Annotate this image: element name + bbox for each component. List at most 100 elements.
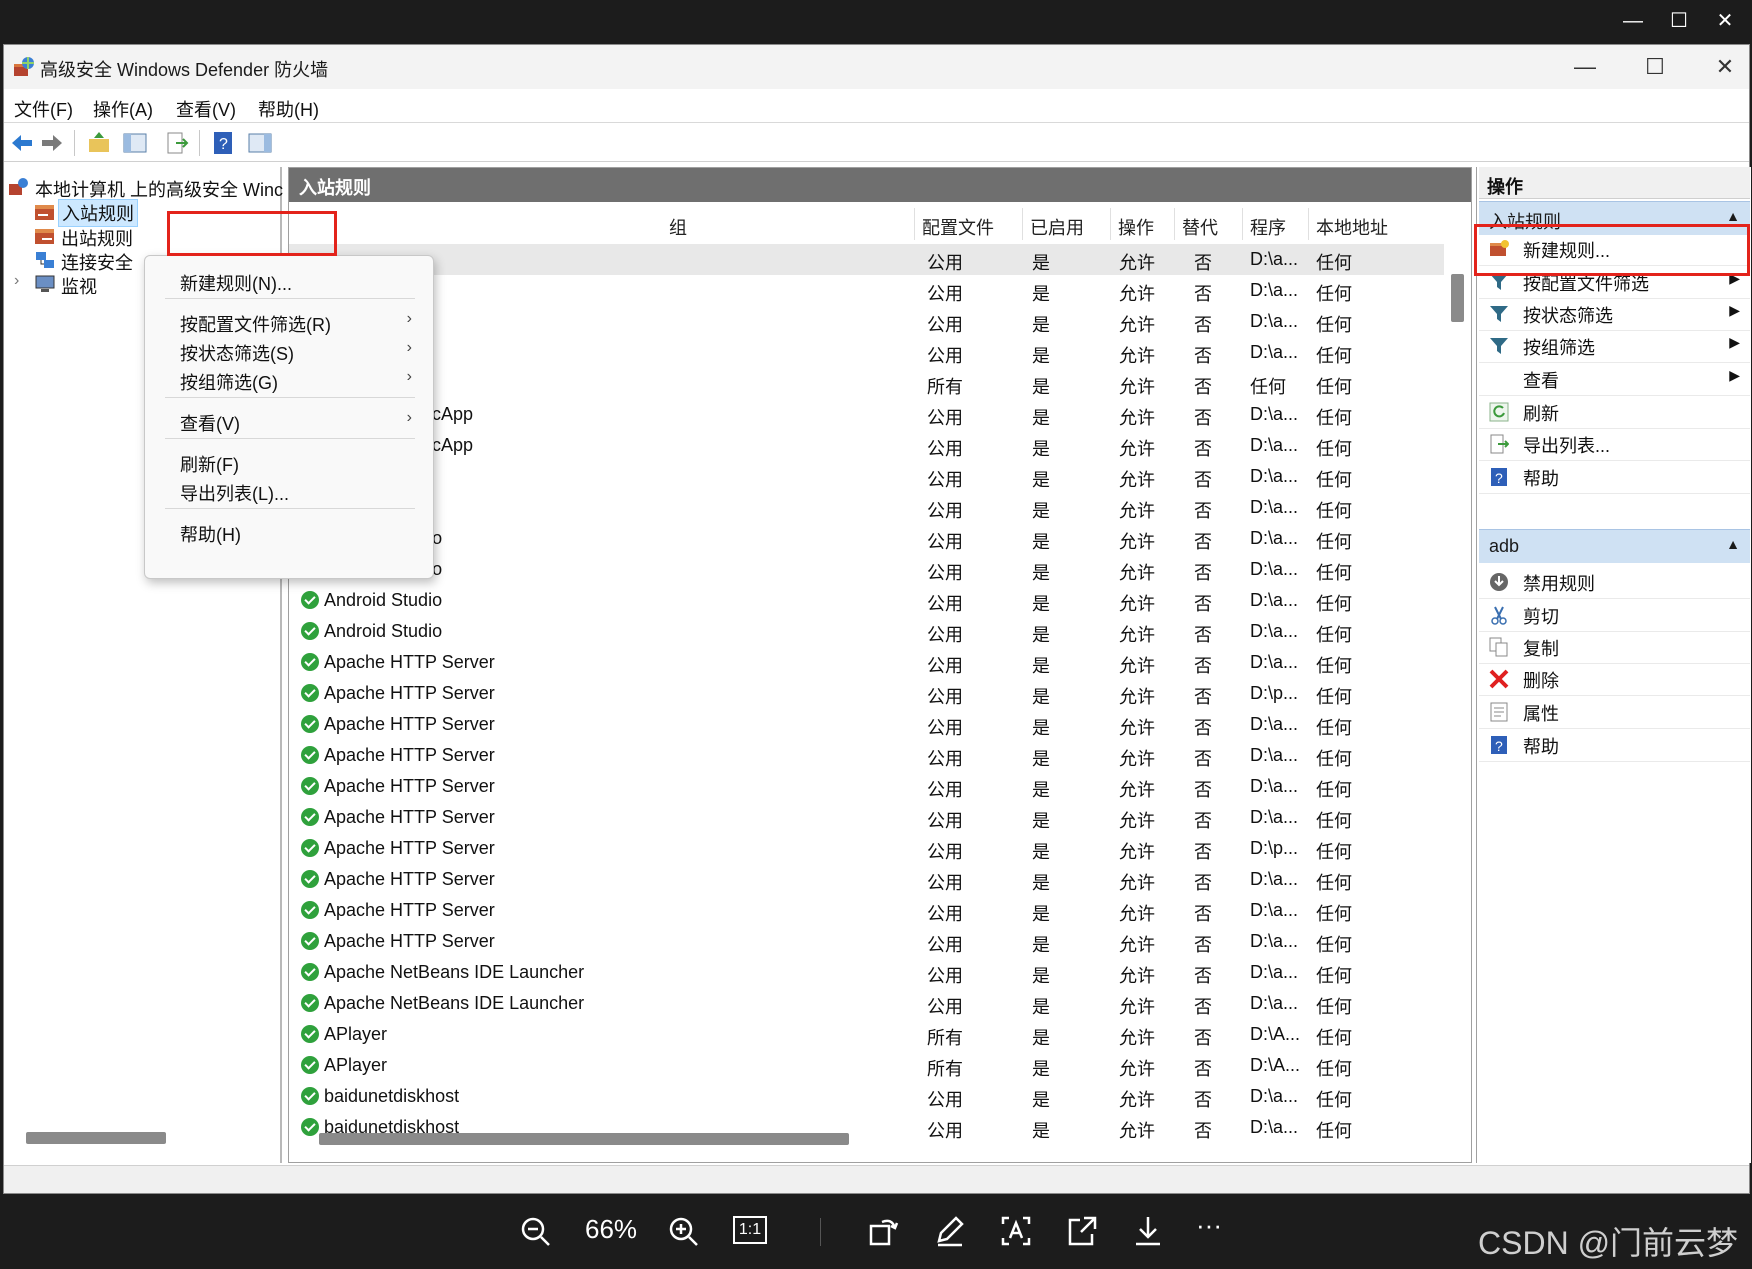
action-item[interactable]: 导出列表... bbox=[1479, 426, 1750, 461]
table-row[interactable]: o公用是允许否D:\a...任何 bbox=[289, 461, 1444, 492]
viewer-top-bar: — ☐ ✕ bbox=[0, 0, 1752, 44]
menu-file[interactable]: 文件(F) bbox=[14, 96, 73, 122]
cell-local-address: 任何 bbox=[1316, 935, 1352, 955]
cell-action: 允许 bbox=[1119, 966, 1155, 986]
back-icon[interactable] bbox=[9, 130, 35, 156]
table-row[interactable]: Apache HTTP Server 公用 是 允许 否 D:\a... 任何 bbox=[289, 864, 1444, 895]
cell-enabled: 是 bbox=[1032, 284, 1050, 304]
cell-name: baidunetdiskhost bbox=[324, 1086, 460, 1106]
viewer-close-button[interactable]: ✕ bbox=[1710, 8, 1740, 34]
rotate-icon[interactable] bbox=[868, 1214, 900, 1248]
more-options-icon[interactable]: ··· bbox=[1196, 1210, 1222, 1241]
up-folder-icon[interactable] bbox=[86, 130, 112, 156]
edit-pen-icon[interactable] bbox=[934, 1214, 966, 1248]
table-row[interactable]: Apache HTTP Server 公用 是 允许 否 D:\a... 任何 bbox=[289, 771, 1444, 802]
cell-action: 允许 bbox=[1119, 904, 1155, 924]
table-row[interactable]: Apache HTTP Server 公用 是 允许 否 D:\a... 任何 bbox=[289, 740, 1444, 771]
help-icon[interactable]: ? bbox=[211, 130, 237, 156]
cell-override: 否 bbox=[1194, 532, 1212, 552]
table-row[interactable]: ıncApp 公用是允许否 D:\a... 任何 bbox=[289, 399, 1444, 430]
export-icon[interactable] bbox=[164, 130, 190, 156]
table-row[interactable]: Apache HTTP Server 公用 是 允许 否 D:\p... 任何 bbox=[289, 833, 1444, 864]
column-header-override[interactable]: 替代 bbox=[1182, 214, 1218, 240]
minimize-button[interactable]: — bbox=[1565, 51, 1605, 83]
table-row[interactable]: 公用 是 允许 否 D:\a... 任何 bbox=[289, 306, 1444, 337]
scan-text-icon[interactable] bbox=[1000, 1214, 1032, 1248]
column-header-profile[interactable]: 配置文件 bbox=[922, 214, 994, 240]
table-row[interactable]: Apache HTTP Server 公用 是 允许 否 D:\a... 任何 bbox=[289, 802, 1444, 833]
table-row[interactable]: baidunetdiskhost 公用 是 允许 否 D:\a... 任何 bbox=[289, 1081, 1444, 1112]
column-header-local-address[interactable]: 本地地址 bbox=[1316, 214, 1388, 240]
column-header-group[interactable]: 组 bbox=[669, 214, 687, 240]
vertical-scroll-thumb[interactable] bbox=[1451, 274, 1464, 322]
column-header-enabled[interactable]: 已启用 bbox=[1030, 214, 1084, 240]
table-row[interactable]: 公用 是 允许 否 D:\a... 任何 bbox=[289, 337, 1444, 368]
zoom-out-icon[interactable] bbox=[520, 1216, 552, 1248]
action-item[interactable]: 剪切 bbox=[1479, 597, 1750, 632]
action-item[interactable]: 刷新 bbox=[1479, 394, 1750, 429]
actual-size-button[interactable]: 1:1 bbox=[733, 1216, 767, 1244]
viewer-maximize-button[interactable]: ☐ bbox=[1664, 8, 1694, 34]
table-row[interactable]: Android Studio公用是允许否D:\a...任何 bbox=[289, 585, 1444, 616]
firewall-app-icon bbox=[14, 57, 34, 76]
context-menu-item[interactable]: 按配置文件筛选(R) › bbox=[146, 307, 432, 337]
context-menu-item[interactable]: 新建规则(N)... bbox=[146, 266, 432, 296]
context-menu-item[interactable]: 查看(V) › bbox=[146, 406, 432, 436]
context-menu-item[interactable]: 导出列表(L)... bbox=[146, 476, 432, 506]
close-button[interactable]: ✕ bbox=[1705, 51, 1745, 83]
table-row[interactable]: Apache NetBeans IDE Launcher 公用 是 允许 否 D:\a..… bbox=[289, 957, 1444, 988]
action-item[interactable]: 查看 ▶ bbox=[1479, 361, 1750, 396]
context-menu-item[interactable]: 按组筛选(G) › bbox=[146, 365, 432, 395]
show-hide-action-icon[interactable] bbox=[247, 130, 273, 156]
action-item[interactable]: ? 帮助 bbox=[1479, 459, 1750, 494]
zoom-in-icon[interactable] bbox=[668, 1216, 700, 1248]
table-row[interactable]: Apache HTTP Server 公用 是 允许 否 D:\a... 任何 bbox=[289, 647, 1444, 678]
action-item[interactable]: 按组筛选 ▶ bbox=[1479, 328, 1750, 363]
context-menu-item[interactable]: 帮助(H) bbox=[146, 517, 432, 547]
menu-view[interactable]: 查看(V) bbox=[176, 96, 236, 122]
table-row[interactable]: APlayer 所有 是 允许 否 D:\A... 任何 bbox=[289, 1019, 1444, 1050]
action-item[interactable]: 复制 bbox=[1479, 629, 1750, 664]
share-icon[interactable] bbox=[1066, 1214, 1098, 1248]
table-row[interactable]: Apache HTTP Server 公用 是 允许 否 D:\p... 任何 bbox=[289, 678, 1444, 709]
column-header-action[interactable]: 操作 bbox=[1118, 214, 1154, 240]
horizontal-scroll-thumb[interactable] bbox=[319, 1133, 849, 1145]
action-item[interactable]: 按状态筛选 ▶ bbox=[1479, 296, 1750, 331]
table-row[interactable]: ıncApp 公用是允许否 D:\a... 任何 bbox=[289, 430, 1444, 461]
menu-action[interactable]: 操作(A) bbox=[93, 96, 153, 122]
cell-local-address: 任何 bbox=[1316, 346, 1352, 366]
table-row[interactable]: Apache NetBeans IDE Launcher 公用 是 允许 否 D:\a..… bbox=[289, 988, 1444, 1019]
action-item[interactable]: 删除 bbox=[1479, 661, 1750, 696]
viewer-minimize-button[interactable]: — bbox=[1618, 8, 1648, 34]
left-hscroll-thumb[interactable] bbox=[26, 1132, 166, 1144]
collapse-up-icon[interactable]: ▲ bbox=[1726, 536, 1740, 552]
expand-chevron-icon[interactable]: › bbox=[14, 272, 19, 290]
column-header-program[interactable]: 程序 bbox=[1250, 214, 1286, 240]
action-item[interactable]: ? 帮助 bbox=[1479, 727, 1750, 762]
table-row[interactable]: 所有 是 允许 否 任何 任何 bbox=[289, 368, 1444, 399]
table-row[interactable]: o公用是允许否D:\a...任何 bbox=[289, 492, 1444, 523]
actions-section-adb[interactable]: adb ▲ bbox=[1479, 529, 1750, 563]
table-row[interactable]: Android Studio公用是允许否D:\a...任何 bbox=[289, 616, 1444, 647]
table-row[interactable]: 公用 是 允许 否 D:\a... 任何 bbox=[289, 275, 1444, 306]
maximize-button[interactable]: ☐ bbox=[1635, 51, 1675, 83]
context-menu-item[interactable]: 刷新(F) bbox=[146, 447, 432, 477]
show-hide-tree-icon[interactable] bbox=[122, 130, 148, 156]
download-icon[interactable] bbox=[1132, 1214, 1164, 1248]
enabled-check-icon bbox=[301, 715, 319, 733]
table-row[interactable]: Android Studio公用是允许否D:\a...任何 bbox=[289, 554, 1444, 585]
action-item[interactable]: 属性 bbox=[1479, 694, 1750, 729]
table-row[interactable]: Android Studio公用是允许否D:\a...任何 bbox=[289, 523, 1444, 554]
table-row[interactable]: Apache HTTP Server 公用 是 允许 否 D:\a... 任何 bbox=[289, 709, 1444, 740]
table-row[interactable]: Apache HTTP Server 公用 是 允许 否 D:\a... 任何 bbox=[289, 926, 1444, 957]
collapse-up-icon[interactable]: ▲ bbox=[1726, 208, 1740, 224]
cell-local-address: 任何 bbox=[1316, 811, 1352, 831]
table-row[interactable]: 公用 是 允许 否 D:\a... 任何 bbox=[289, 244, 1444, 275]
action-item[interactable]: 禁用规则 bbox=[1479, 564, 1750, 599]
forward-icon[interactable] bbox=[39, 130, 65, 156]
context-menu-item[interactable]: 按状态筛选(S) › bbox=[146, 336, 432, 366]
table-row[interactable]: APlayer 所有 是 允许 否 D:\A... 任何 bbox=[289, 1050, 1444, 1081]
cell-name: Apache HTTP Server bbox=[324, 869, 495, 889]
table-row[interactable]: Apache HTTP Server 公用 是 允许 否 D:\a... 任何 bbox=[289, 895, 1444, 926]
menu-help[interactable]: 帮助(H) bbox=[258, 96, 319, 122]
